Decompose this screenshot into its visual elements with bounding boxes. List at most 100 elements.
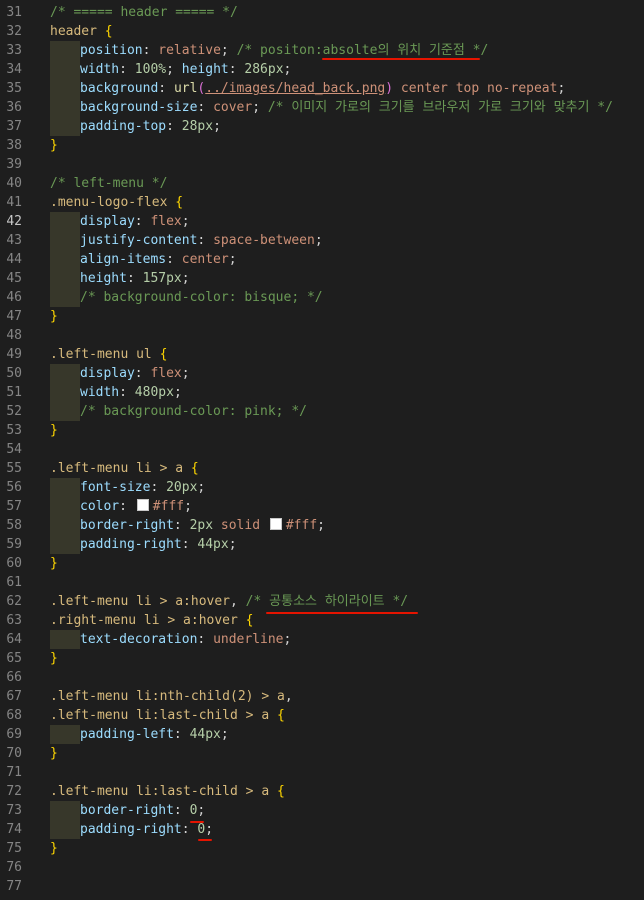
code-line[interactable]: 38} xyxy=(0,136,644,155)
code-line[interactable]: 45 height: 157px; xyxy=(0,269,644,288)
code-line[interactable]: 75} xyxy=(0,839,644,858)
line-number: 31 xyxy=(6,5,22,20)
code-line[interactable]: 44 align-items: center; xyxy=(0,250,644,269)
code-text: /* ===== header ===== */ xyxy=(50,3,238,22)
code-token: background xyxy=(80,81,159,96)
code-token: ; xyxy=(557,81,566,96)
code-line[interactable]: 66 xyxy=(0,668,644,687)
line-number: 52 xyxy=(6,404,22,419)
code-line[interactable]: 65} xyxy=(0,649,644,668)
code-line[interactable]: 40 /* left-menu */ xyxy=(0,174,644,193)
code-line[interactable]: 70} xyxy=(0,744,644,763)
code-line[interactable]: 47} xyxy=(0,307,644,326)
line-number: 40 xyxy=(6,176,22,191)
code-token: { xyxy=(175,195,184,210)
code-line[interactable]: 54 xyxy=(0,440,644,459)
code-line[interactable]: 34 width: 100%; height: 286px; xyxy=(0,60,644,79)
code-token: , xyxy=(284,689,293,704)
code-line[interactable]: 77 xyxy=(0,877,644,896)
code-line[interactable]: 68 .left-menu li:last-child > a { xyxy=(0,706,644,725)
indent-guide xyxy=(50,269,80,288)
code-line[interactable]: 60} xyxy=(0,554,644,573)
code-text: display: flex; xyxy=(50,212,190,231)
code-line[interactable]: 57 color: #fff; xyxy=(0,497,644,516)
line-number: 68 xyxy=(6,708,22,723)
code-token: : xyxy=(126,271,143,286)
code-line[interactable]: 41 .menu-logo-flex { xyxy=(0,193,644,212)
line-number: 55 xyxy=(6,461,22,476)
code-text: .menu-logo-flex { xyxy=(50,193,183,212)
code-line[interactable]: 51 width: 480px; xyxy=(0,383,644,402)
code-line[interactable]: 71 xyxy=(0,763,644,782)
indent-guide xyxy=(50,79,80,98)
line-number: 44 xyxy=(6,252,22,267)
code-token: font-size xyxy=(80,480,151,495)
code-line[interactable]: 76 xyxy=(0,858,644,877)
line-number: 49 xyxy=(6,347,22,362)
code-line[interactable]: 52 /* background-color: pink; */ xyxy=(0,402,644,421)
code-token: /* background-color: pink; */ xyxy=(80,404,307,419)
code-token: : xyxy=(119,499,135,514)
code-line[interactable]: 37 padding-top: 28px; xyxy=(0,117,644,136)
code-token: ; xyxy=(228,537,237,552)
code-text: padding-right: 0; xyxy=(50,820,213,839)
line-number: 43 xyxy=(6,233,22,248)
code-text: .left-menu li:last-child > a { xyxy=(50,706,285,725)
code-line[interactable]: 48 xyxy=(0,326,644,345)
code-text: } xyxy=(50,421,58,440)
code-line[interactable]: 49 .left-menu ul { xyxy=(0,345,644,364)
code-line[interactable]: 62 .left-menu li > a:hover, /* 공통소스 하이라이트… xyxy=(0,592,644,611)
code-line[interactable]: 74 padding-right: 0; xyxy=(0,820,644,839)
code-line[interactable]: 35 background: url(../images/head_back.pn… xyxy=(0,79,644,98)
code-token: 44px xyxy=(197,537,229,552)
code-token: : xyxy=(197,100,214,115)
code-line[interactable]: 55 .left-menu li > a { xyxy=(0,459,644,478)
code-token: ; xyxy=(197,480,206,495)
code-line[interactable]: 59 padding-right: 44px; xyxy=(0,535,644,554)
code-text: /* left-menu */ xyxy=(50,174,167,193)
code-token: 44px xyxy=(189,727,221,742)
code-line[interactable]: 53} xyxy=(0,421,644,440)
indent-guide xyxy=(50,212,80,231)
code-line[interactable]: 72 .left-menu li:last-child > a { xyxy=(0,782,644,801)
code-line[interactable]: 42 display: flex; xyxy=(0,212,644,231)
code-line[interactable]: 39 xyxy=(0,155,644,174)
code-line[interactable]: 58 border-right: 2px solid #fff; xyxy=(0,516,644,535)
code-token: : xyxy=(134,214,151,229)
code-text: background: url(../images/head_back.png)… xyxy=(50,79,565,98)
code-token: : xyxy=(150,480,167,495)
color-swatch[interactable] xyxy=(269,518,282,530)
indent-guide xyxy=(50,630,80,649)
code-line[interactable]: 36 background-size: cover; /* 이미지 가로의 크기를… xyxy=(0,98,644,117)
code-line[interactable]: 32 header { xyxy=(0,22,644,41)
code-line[interactable]: 31 /* ===== header ===== */ xyxy=(0,3,644,22)
code-line[interactable]: 46 /* background-color: bisque; */ xyxy=(0,288,644,307)
code-line[interactable]: 67 .left-menu li:nth-child(2) > a, xyxy=(0,687,644,706)
code-text: height: 157px; xyxy=(50,269,190,288)
code-line[interactable]: 73 border-right: 0; xyxy=(0,801,644,820)
color-swatch[interactable] xyxy=(136,499,149,511)
code-token: : xyxy=(119,62,135,77)
code-token: .left-menu li > a xyxy=(50,461,184,476)
indent-guide xyxy=(50,535,80,554)
code-token: ; xyxy=(205,822,214,837)
indent-guide xyxy=(50,288,80,307)
code-line[interactable]: 69 padding-left: 44px; xyxy=(0,725,644,744)
line-number: 62 xyxy=(6,594,22,609)
code-token: width xyxy=(80,62,120,77)
code-editor[interactable]: 31/* ===== header ===== */32 header {33 po… xyxy=(0,0,644,900)
code-token: /* 이미지 가로의 크기를 브라우저 가로 크기와 맞추기 */ xyxy=(267,100,613,115)
line-number: 71 xyxy=(6,765,22,780)
code-line[interactable]: 56 font-size: 20px; xyxy=(0,478,644,497)
code-line[interactable]: 61 xyxy=(0,573,644,592)
code-line[interactable]: 50 display: flex; xyxy=(0,364,644,383)
line-number: 59 xyxy=(6,537,22,552)
code-token: : xyxy=(197,632,214,647)
code-line[interactable]: 64 text-decoration: underline; xyxy=(0,630,644,649)
code-line[interactable]: 43 justify-content: space-between; xyxy=(0,231,644,250)
code-text: } xyxy=(50,744,58,763)
code-token: padding-left xyxy=(80,727,174,742)
code-text: .left-menu li:last-child > a { xyxy=(50,782,285,801)
